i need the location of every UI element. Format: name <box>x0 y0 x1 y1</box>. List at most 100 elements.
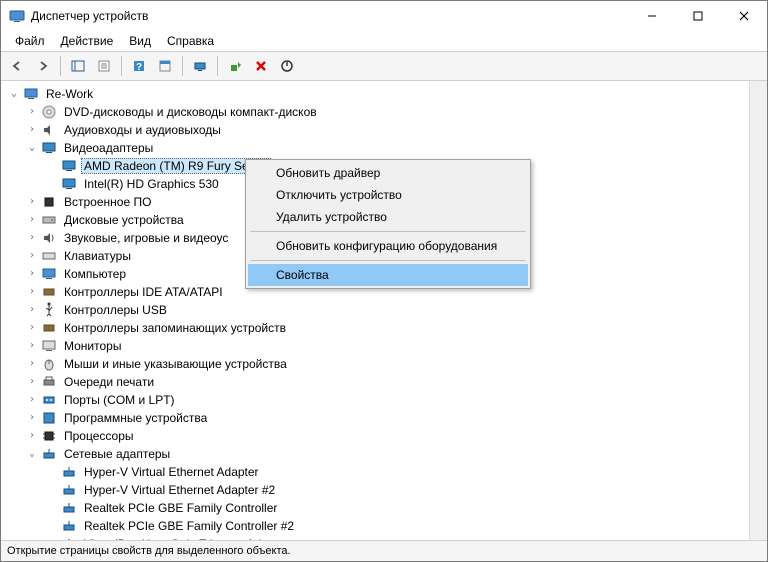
device-tree[interactable]: ⌄ Re-Work › DVD-дисководы и дисководы ко… <box>1 81 749 540</box>
tb-scan-icon[interactable] <box>188 54 212 78</box>
tree-root[interactable]: ⌄ Re-Work <box>5 85 749 103</box>
usb-icon <box>41 302 57 318</box>
tree-category-cpu[interactable]: › Процессоры <box>5 427 749 445</box>
expand-icon[interactable]: › <box>25 321 39 335</box>
tree-category-net[interactable]: ⌄ Сетевые адаптеры <box>5 445 749 463</box>
ctx-update-driver[interactable]: Обновить драйвер <box>248 162 528 184</box>
tree-label: Процессоры <box>61 428 137 444</box>
window-title: Диспетчер устройств <box>31 9 629 23</box>
tree-label: Контроллеры IDE ATA/ATAPI <box>61 284 226 300</box>
tree-label: Видеоадаптеры <box>61 140 156 156</box>
tb-help[interactable]: ? <box>127 54 151 78</box>
monitor-icon <box>41 338 57 354</box>
menu-action[interactable]: Действие <box>53 32 122 50</box>
tree-item-net[interactable]: › Realtek PCIe GBE Family Controller <box>5 499 749 517</box>
network-icon <box>61 482 77 498</box>
expand-icon[interactable]: › <box>25 429 39 443</box>
device-manager-window: Диспетчер устройств Файл Действие Вид Сп… <box>0 0 768 562</box>
tb-forward[interactable] <box>31 54 55 78</box>
printer-icon <box>41 374 57 390</box>
expand-icon[interactable]: › <box>25 393 39 407</box>
maximize-button[interactable] <box>675 1 721 31</box>
titlebar[interactable]: Диспетчер устройств <box>1 1 767 31</box>
collapse-icon[interactable]: ⌄ <box>25 447 39 461</box>
tree-item-net[interactable]: › VirtualBox Host-Only Ethernet Adapter <box>5 535 749 540</box>
tree-label: Hyper-V Virtual Ethernet Adapter <box>81 464 262 480</box>
menu-help[interactable]: Справка <box>159 32 222 50</box>
tree-item-net[interactable]: › Hyper-V Virtual Ethernet Adapter <box>5 463 749 481</box>
expand-icon[interactable]: › <box>25 195 39 209</box>
tb-action[interactable] <box>153 54 177 78</box>
tree-label: VirtualBox Host-Only Ethernet Adapter <box>81 536 292 540</box>
tb-show-hide[interactable] <box>66 54 90 78</box>
expand-icon[interactable]: › <box>25 105 39 119</box>
tree-item-net[interactable]: › Hyper-V Virtual Ethernet Adapter #2 <box>5 481 749 499</box>
expand-icon[interactable]: › <box>25 231 39 245</box>
menu-file[interactable]: Файл <box>7 32 53 50</box>
ctx-disable-device[interactable]: Отключить устройство <box>248 184 528 206</box>
storage-icon <box>41 320 57 336</box>
tree-label: DVD-дисководы и дисководы компакт-дисков <box>61 104 320 120</box>
collapse-icon[interactable]: ⌄ <box>7 87 21 101</box>
tree-category-audio[interactable]: › Аудиовходы и аудиовыходы <box>5 121 749 139</box>
tree-item-net[interactable]: › Realtek PCIe GBE Family Controller #2 <box>5 517 749 535</box>
tb-uninstall[interactable] <box>249 54 273 78</box>
tree-category-video[interactable]: ⌄ Видеоадаптеры <box>5 139 749 157</box>
ctx-scan-hardware[interactable]: Обновить конфигурацию оборудования <box>248 235 528 257</box>
expand-icon[interactable]: › <box>25 285 39 299</box>
expand-icon[interactable]: › <box>25 375 39 389</box>
expand-icon[interactable]: › <box>25 267 39 281</box>
tb-separator <box>60 56 61 76</box>
minimize-button[interactable] <box>629 1 675 31</box>
tree-category-mice[interactable]: › Мыши и иные указывающие устройства <box>5 355 749 373</box>
expand-icon[interactable]: › <box>25 213 39 227</box>
expand-icon[interactable]: › <box>25 411 39 425</box>
network-icon <box>61 464 77 480</box>
tree-category-print[interactable]: › Очереди печати <box>5 373 749 391</box>
tree-label: Мыши и иные указывающие устройства <box>61 356 290 372</box>
tree-category-monitors[interactable]: › Мониторы <box>5 337 749 355</box>
tb-disable[interactable] <box>275 54 299 78</box>
tree-label: Сетевые адаптеры <box>61 446 173 462</box>
tree-category-software[interactable]: › Программные устройства <box>5 409 749 427</box>
tb-update-driver[interactable] <box>223 54 247 78</box>
tree-label: Realtek PCIe GBE Family Controller <box>81 500 280 516</box>
svg-text:?: ? <box>136 62 142 73</box>
ctx-separator <box>250 231 526 232</box>
tree-label: Hyper-V Virtual Ethernet Adapter #2 <box>81 482 278 498</box>
tree-label: Программные устройства <box>61 410 210 426</box>
ctx-properties[interactable]: Свойства <box>248 264 528 286</box>
expand-icon[interactable]: › <box>25 123 39 137</box>
ctx-remove-device[interactable]: Удалить устройство <box>248 206 528 228</box>
expand-icon[interactable]: › <box>25 249 39 263</box>
tree-label: Встроенное ПО <box>61 194 154 210</box>
menubar: Файл Действие Вид Справка <box>1 31 767 51</box>
ctx-separator <box>250 260 526 261</box>
tree-label: Компьютер <box>61 266 129 282</box>
chip-icon <box>41 194 57 210</box>
statusbar-text: Открытие страницы свойств для выделенног… <box>7 545 291 557</box>
vertical-scrollbar[interactable] <box>749 81 767 540</box>
collapse-icon[interactable]: ⌄ <box>25 141 39 155</box>
expand-icon[interactable]: › <box>25 357 39 371</box>
dvd-icon <box>41 104 57 120</box>
menu-view[interactable]: Вид <box>121 32 159 50</box>
controller-icon <box>41 284 57 300</box>
tb-separator <box>217 56 218 76</box>
tree-label: Intel(R) HD Graphics 530 <box>81 176 222 192</box>
network-icon <box>61 500 77 516</box>
expand-icon[interactable]: › <box>25 303 39 317</box>
tb-properties[interactable] <box>92 54 116 78</box>
tree-label-selected: AMD Radeon (TM) R9 Fury Series <box>81 158 271 174</box>
tree-label: Дисковые устройства <box>61 212 187 228</box>
close-button[interactable] <box>721 1 767 31</box>
tree-label: Очереди печати <box>61 374 157 390</box>
tb-back[interactable] <box>5 54 29 78</box>
tree-category-usb[interactable]: › Контроллеры USB <box>5 301 749 319</box>
tree-category-storage[interactable]: › Контроллеры запоминающих устройств <box>5 319 749 337</box>
audio-icon <box>41 122 57 138</box>
software-icon <box>41 410 57 426</box>
tree-category-ports[interactable]: › Порты (COM и LPT) <box>5 391 749 409</box>
expand-icon[interactable]: › <box>25 339 39 353</box>
tree-category-dvd[interactable]: › DVD-дисководы и дисководы компакт-диск… <box>5 103 749 121</box>
